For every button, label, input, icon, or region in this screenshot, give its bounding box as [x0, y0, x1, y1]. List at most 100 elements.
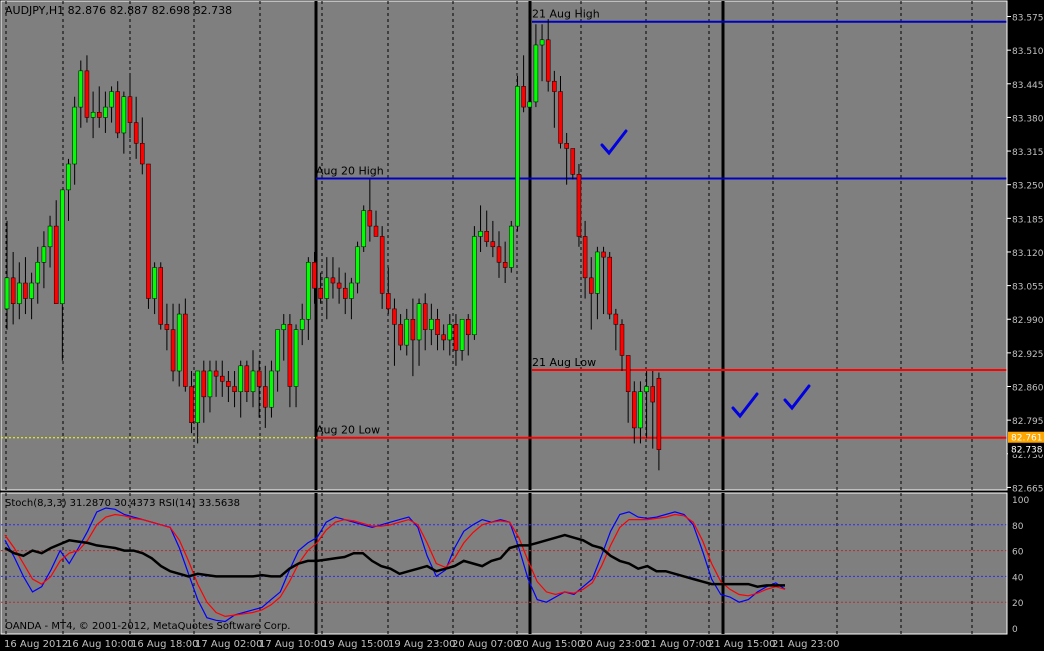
candle-body [17, 282, 22, 304]
candle-body [552, 80, 557, 92]
candle-body [453, 324, 459, 351]
x-tick-label: 17 Aug 02:00 [195, 639, 262, 650]
candle-body [23, 282, 28, 299]
candle-body [632, 391, 637, 429]
candle-body [619, 324, 625, 356]
ind-tick-label: 0 [1012, 625, 1018, 635]
x-tick-label: 20 Aug 15:00 [516, 639, 583, 650]
candle-body [232, 386, 237, 392]
candle-body [650, 386, 655, 403]
level-label: Aug 20 Low [316, 424, 380, 437]
candle-body [509, 225, 514, 268]
candle-body [515, 86, 520, 227]
candle-body [398, 324, 403, 346]
copyright-text: OANDA - MT4, © 2001-2012, MetaQuotes Sof… [5, 621, 290, 632]
candle-body [582, 236, 588, 279]
candle-body [367, 210, 373, 227]
candle-body [589, 277, 594, 294]
candle-body [355, 246, 360, 284]
candle-body [533, 44, 539, 103]
candle-body [121, 96, 127, 134]
candle-body [459, 318, 465, 351]
candle-body [410, 318, 416, 341]
candle-body [189, 386, 194, 423]
candle-body [299, 318, 305, 330]
price-tick-label: 83.315 [1012, 148, 1044, 158]
candle-body [170, 329, 176, 372]
candle-body [263, 386, 268, 408]
candle-body [343, 287, 348, 299]
candle-body [527, 101, 532, 108]
price-tick-label: 83.510 [1012, 47, 1044, 57]
price-tick-label: 83.575 [1012, 14, 1044, 24]
candle-body [545, 39, 551, 82]
candle-body [521, 86, 526, 108]
candle-body [324, 277, 330, 299]
candle-body [29, 282, 34, 299]
chart-window: 21 Aug High Aug 20 High 21 Aug Low Aug 20 L… [0, 0, 1044, 651]
candle-body [607, 256, 612, 315]
indicator-panel[interactable] [0, 492, 1008, 635]
x-tick-label: 21 Aug 15:00 [708, 639, 775, 650]
candle-body [539, 39, 545, 46]
candle-body [103, 106, 108, 118]
candle-body [90, 112, 96, 118]
price-tick-label: 82.665 [1012, 484, 1044, 494]
candle-body [275, 329, 280, 372]
candle-body [207, 370, 213, 398]
candle-body [250, 370, 256, 392]
candle-body [656, 377, 662, 450]
candle-body [472, 236, 477, 336]
price-tick-label: 83.185 [1012, 215, 1044, 225]
candle-body [201, 370, 207, 398]
candle-body [66, 163, 71, 191]
candle-body [349, 282, 354, 299]
candle-body [373, 225, 379, 237]
x-tick-label: 20 Aug 23:00 [580, 639, 647, 650]
x-tick-label: 16 Aug 2012 [4, 639, 68, 650]
x-tick-label: 21 Aug 23:00 [772, 639, 839, 650]
ind-tick-label: 20 [1012, 599, 1024, 609]
price-panel[interactable] [0, 0, 1008, 491]
candle-body [361, 210, 366, 248]
candle-body [256, 370, 262, 387]
candle-body [60, 189, 65, 304]
candle-body [183, 313, 188, 387]
candle-body [127, 96, 133, 123]
candle-body [416, 303, 422, 341]
candle-body [35, 262, 40, 284]
candle-body [269, 370, 274, 408]
price-tick-label: 82.795 [1012, 417, 1044, 427]
candle-body [293, 329, 299, 387]
candle-body [152, 267, 157, 299]
candle-body [306, 262, 311, 320]
x-tick-label: 17 Aug 10:00 [259, 639, 326, 650]
candle-body [484, 231, 489, 242]
candle-body [447, 324, 453, 341]
x-tick-label: 19 Aug 23:00 [388, 639, 455, 650]
indicator-info: Stoch(8,3,3) 31.2870 30.4373 RSI(14) 33.… [5, 498, 240, 509]
candle-body [441, 334, 446, 341]
candle-body [595, 251, 600, 294]
candle-body [379, 236, 385, 294]
candle-body [312, 262, 317, 289]
candle-body [220, 375, 225, 382]
chart-canvas[interactable]: 21 Aug High Aug 20 High 21 Aug Low Aug 20 L… [0, 0, 1044, 651]
candle-body [41, 246, 47, 263]
price-tick-label: 83.445 [1012, 81, 1044, 91]
candle-body [53, 225, 59, 304]
ind-tick-label: 100 [1012, 496, 1029, 506]
candle-body [570, 148, 576, 175]
price-tick-label: 83.380 [1012, 114, 1044, 124]
candle-body [244, 365, 250, 392]
x-tick-label: 19 Aug 15:00 [322, 639, 389, 650]
x-tick-label: 16 Aug 10:00 [66, 639, 133, 650]
candle-body [558, 91, 563, 144]
candle-body [502, 262, 508, 268]
x-tick-label: 16 Aug 18:00 [131, 639, 198, 650]
candle-body [490, 241, 496, 248]
level-label: Aug 20 High [316, 164, 384, 177]
x-tick-label: 21 Aug 07:00 [644, 639, 711, 650]
candle-body [115, 91, 120, 134]
price-tick-label: 82.925 [1012, 350, 1044, 360]
